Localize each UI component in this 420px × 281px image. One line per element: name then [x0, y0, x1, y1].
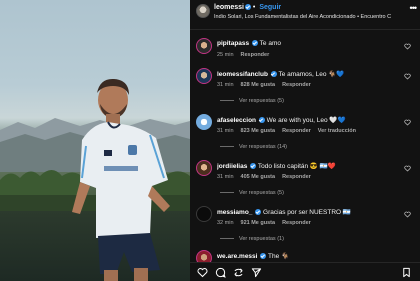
- action-bar: [190, 262, 420, 281]
- more-icon[interactable]: •••: [410, 3, 418, 13]
- heart-icon[interactable]: [404, 119, 411, 126]
- author-line: leomessi • Seguir: [214, 4, 281, 11]
- send-icon[interactable]: [251, 267, 262, 278]
- audio-line[interactable]: Indio Solari, Los Fundamentalistas del A…: [214, 14, 391, 20]
- comment-text: Todo listo capitán 😎 🇦🇷❤️: [257, 163, 336, 170]
- heart-icon[interactable]: [197, 267, 208, 278]
- divider: [220, 192, 234, 194]
- reply-button[interactable]: Responder: [282, 128, 311, 134]
- heart-icon[interactable]: [404, 211, 411, 218]
- comment-avatar[interactable]: [196, 206, 212, 222]
- translate-button[interactable]: Ver traducción: [318, 128, 356, 134]
- comment-likes[interactable]: 405 Me gusta: [241, 174, 276, 180]
- player-figure: [72, 78, 170, 281]
- post-media[interactable]: [0, 0, 190, 281]
- author-avatar[interactable]: [196, 4, 210, 18]
- comment-time: 32 min: [217, 220, 234, 226]
- comment-avatar[interactable]: [196, 68, 212, 84]
- follow-button[interactable]: Seguir: [259, 4, 281, 11]
- verified-badge-icon: [251, 40, 258, 47]
- heart-icon[interactable]: [404, 165, 411, 172]
- verified-badge-icon: [250, 163, 257, 170]
- view-replies-button[interactable]: Ver respuestas (1): [220, 236, 284, 242]
- comment-text: We are with you, Leo 🤍💙: [266, 117, 346, 124]
- post-header: leomessi • Seguir Indio Solari, Los Fund…: [190, 0, 420, 30]
- comment-username[interactable]: leomessifanclub: [217, 71, 268, 78]
- verified-badge-icon: [244, 4, 251, 11]
- view-replies-button[interactable]: Ver respuestas (14): [220, 144, 287, 150]
- comment-username[interactable]: afaseleccion: [217, 117, 256, 124]
- comment-username[interactable]: we.are.messi: [217, 253, 257, 260]
- comment-likes[interactable]: 828 Me gusta: [241, 82, 276, 88]
- share-icon[interactable]: [233, 267, 244, 278]
- comment-time: 25 min: [217, 52, 234, 58]
- view-replies-label: Ver respuestas (5): [239, 98, 284, 104]
- verified-badge-icon: [270, 71, 277, 78]
- comment-username[interactable]: pipitapass: [217, 40, 249, 47]
- separator-dot: •: [252, 4, 256, 11]
- comment-time: 31 min: [217, 174, 234, 180]
- reply-button[interactable]: Responder: [282, 174, 311, 180]
- comment-avatar[interactable]: [196, 160, 212, 176]
- comment-avatar[interactable]: [196, 38, 212, 54]
- verified-badge-icon: [258, 117, 265, 124]
- verified-badge-icon: [260, 253, 267, 260]
- comment-username[interactable]: jordiielias: [217, 163, 247, 170]
- comments-panel: leomessi • Seguir Indio Solari, Los Fund…: [190, 0, 420, 281]
- divider: [220, 100, 234, 102]
- comment-text: Te amamos, Leo 🐐💙: [278, 71, 345, 78]
- view-replies-button[interactable]: Ver respuestas (5): [220, 190, 284, 196]
- comment-avatar[interactable]: [196, 114, 212, 130]
- reply-button[interactable]: Responder: [241, 52, 270, 58]
- view-replies-button[interactable]: Ver respuestas (5): [220, 98, 284, 104]
- verified-badge-icon: [255, 209, 262, 216]
- comment-time: 31 min: [217, 82, 234, 88]
- reply-button[interactable]: Responder: [282, 82, 311, 88]
- bookmark-icon[interactable]: [401, 267, 412, 278]
- divider: [220, 238, 234, 240]
- comment-likes[interactable]: 921 Me gusta: [241, 220, 276, 226]
- comment-text: Gracias por ser NUESTRO 🇦🇷: [263, 209, 351, 216]
- author-username[interactable]: leomessi: [214, 4, 244, 11]
- divider: [220, 146, 234, 148]
- comment-likes[interactable]: 823 Me gusta: [241, 128, 276, 134]
- comment-text: Te amo: [259, 40, 281, 47]
- comment-username[interactable]: messiamo_: [217, 209, 252, 216]
- heart-icon[interactable]: [404, 43, 411, 50]
- view-replies-label: Ver respuestas (14): [239, 144, 287, 150]
- comment-text: The 🐐: [268, 253, 290, 260]
- view-replies-label: Ver respuestas (5): [239, 190, 284, 196]
- reply-button[interactable]: Responder: [282, 220, 311, 226]
- heart-icon[interactable]: [404, 73, 411, 80]
- comment-time: 31 min: [217, 128, 234, 134]
- view-replies-label: Ver respuestas (1): [239, 236, 284, 242]
- comment-icon[interactable]: [215, 267, 226, 278]
